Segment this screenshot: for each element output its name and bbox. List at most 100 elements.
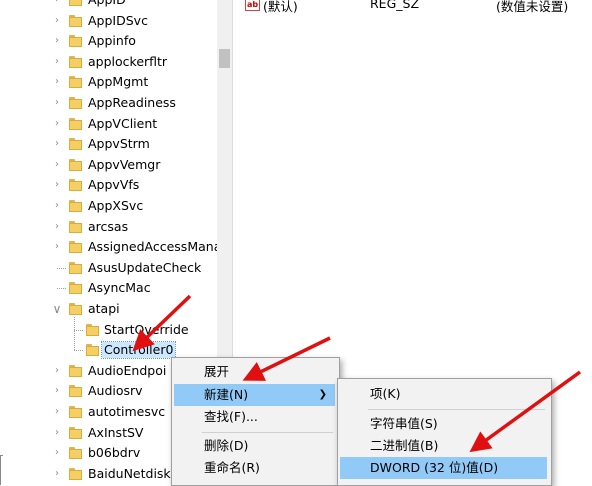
menu-item-label: DWORD (32 位)值(D): [370, 460, 499, 475]
value-name: (默认): [263, 0, 298, 14]
chevron-right-icon[interactable]: ›: [51, 199, 63, 213]
folder-icon: [69, 364, 82, 377]
folder-icon: [69, 35, 82, 48]
value-type: REG_SZ: [370, 0, 420, 11]
menu-item-label: 字符串值(S): [370, 416, 438, 431]
tree-item-label: AxInstSV: [88, 424, 144, 440]
submenu-item-key[interactable]: 项(K): [340, 383, 547, 405]
chevron-right-icon[interactable]: ›: [51, 446, 63, 460]
folder-icon: [69, 14, 82, 27]
chevron-right-icon[interactable]: ›: [51, 405, 63, 419]
folder-icon: [69, 241, 82, 254]
tree-item[interactable]: › Appinfo: [0, 31, 218, 52]
menu-item-new[interactable]: 新建(N) ❯: [174, 384, 335, 406]
chevron-right-icon[interactable]: ›: [51, 96, 63, 110]
tree-item[interactable]: › AppvVfs: [0, 175, 218, 196]
menu-item-find[interactable]: 查找(F)...: [174, 406, 335, 428]
tree-item[interactable]: AsusUpdateCheck: [0, 258, 218, 279]
string-value-icon: ab: [245, 0, 260, 11]
tree-item-label: b06bdrv: [88, 445, 141, 461]
folder-icon: [69, 158, 82, 171]
tree-item[interactable]: › AppMgmt: [0, 72, 218, 93]
chevron-right-icon[interactable]: ›: [51, 364, 63, 378]
chevron-right-icon[interactable]: ›: [51, 137, 63, 151]
chevron-right-icon[interactable]: ›: [51, 426, 63, 440]
folder-icon: [69, 282, 82, 295]
tree-connector: [74, 350, 83, 352]
chevron-right-icon[interactable]: ›: [51, 384, 63, 398]
tree-item-label: BaiduNetdisk: [88, 465, 171, 481]
submenu-item-string-value[interactable]: 字符串值(S): [340, 413, 547, 435]
window-edge: [0, 455, 3, 485]
tree-item-label: Controller0: [100, 341, 177, 360]
tree-scrollbar-thumb[interactable]: [219, 49, 230, 68]
menu-item-expand[interactable]: 展开: [174, 361, 335, 383]
new-submenu: 项(K) 字符串值(S) 二进制值(B) DWORD (32 位)值(D): [337, 378, 552, 486]
chevron-right-icon[interactable]: ›: [51, 158, 63, 172]
chevron-right-icon[interactable]: ›: [51, 240, 63, 254]
tree-item-label: AssignedAccessMana: [88, 239, 222, 255]
tree-item[interactable]: › AppXSvc: [0, 196, 218, 217]
folder-icon: [69, 385, 82, 398]
tree-connector: [74, 317, 75, 351]
menu-item-delete[interactable]: 删除(D): [174, 435, 335, 457]
chevron-right-icon[interactable]: ›: [51, 34, 63, 48]
folder-icon: [69, 138, 82, 151]
chevron-right-icon[interactable]: ›: [51, 178, 63, 192]
tree-item-label: AppvStrm: [88, 136, 150, 152]
chevron-right-icon[interactable]: ›: [51, 117, 63, 131]
tree-item-label: arcsas: [88, 218, 129, 234]
tree-item[interactable]: AsyncMac: [0, 278, 218, 299]
tree-item[interactable]: › AppvStrm: [0, 134, 218, 155]
tree-item[interactable]: StartOverride: [0, 320, 218, 341]
submenu-item-dword-value[interactable]: DWORD (32 位)值(D): [340, 457, 547, 479]
menu-item-label: 展开: [204, 364, 230, 379]
folder-icon: [69, 303, 82, 315]
folder-icon: [69, 467, 82, 480]
tree-item[interactable]: › AppReadiness: [0, 93, 218, 114]
folder-icon: [69, 406, 82, 418]
tree-item[interactable]: › AppVClient: [0, 114, 218, 135]
menu-separator: [202, 432, 333, 433]
tree-item[interactable]: ∨ atapi: [0, 299, 218, 320]
folder-icon: [69, 200, 82, 212]
tree-item-label: AsyncMac: [88, 280, 151, 296]
menu-item-rename[interactable]: 重命名(R): [174, 457, 335, 479]
tree-item-label: AudioEndpoi: [88, 362, 167, 378]
folder-icon: [69, 447, 82, 460]
tree-item-label: AppVClient: [88, 115, 158, 131]
tree-item[interactable]: › applockerfltr: [0, 52, 218, 73]
tree-connector: [57, 288, 66, 290]
chevron-right-icon[interactable]: ›: [51, 75, 63, 89]
folder-icon: [69, 261, 82, 274]
chevron-right-icon[interactable]: ›: [51, 14, 63, 28]
tree-item[interactable]: › AppvVemgr: [0, 155, 218, 176]
tree-item[interactable]: › AssignedAccessMana: [0, 237, 222, 258]
chevron-right-icon[interactable]: ›: [51, 0, 63, 7]
folder-icon: [69, 76, 82, 89]
folder-icon: [69, 426, 82, 439]
tree-item-label: autotimesvc: [88, 404, 166, 419]
tree-item-label: AppID: [88, 0, 126, 8]
folder-icon: [69, 179, 82, 192]
menu-item-label: 删除(D): [204, 438, 249, 453]
tree-item-label: StartOverride: [104, 321, 189, 337]
folder-icon: [69, 220, 82, 233]
folder-icon: [69, 0, 82, 6]
tree-item-label: AppReadiness: [88, 95, 176, 110]
chevron-down-icon[interactable]: ∨: [51, 302, 63, 316]
folder-icon: [69, 97, 82, 109]
tree-item-label: applockerfltr: [88, 53, 168, 69]
menu-item-label: 新建(N): [204, 387, 249, 402]
tree-item[interactable]: › AppID: [0, 0, 218, 11]
submenu-item-binary-value[interactable]: 二进制值(B): [340, 435, 547, 457]
tree-item-label: Appinfo: [88, 33, 136, 49]
value-row[interactable]: ab (默认) REG_SZ (数值未设置): [238, 0, 592, 16]
menu-item-label: 重命名(R): [204, 460, 260, 475]
tree-item[interactable]: › arcsas: [0, 217, 218, 238]
chevron-right-icon[interactable]: ›: [51, 220, 63, 234]
tree-item[interactable]: › AppIDSvc: [0, 11, 218, 32]
chevron-right-icon[interactable]: ›: [51, 467, 63, 481]
chevron-right-icon[interactable]: ›: [51, 55, 63, 69]
tree-connector: [74, 329, 83, 331]
